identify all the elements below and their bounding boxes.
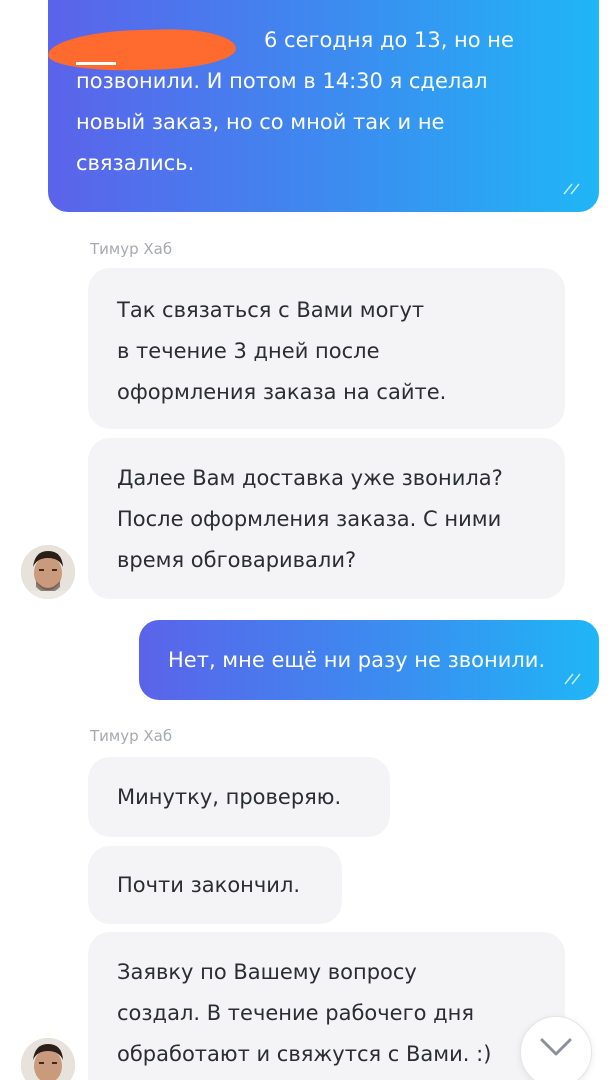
- scroll-down-button[interactable]: [520, 1016, 592, 1080]
- incoming-message-bubble[interactable]: Почти закончил.: [88, 846, 342, 924]
- message-line: время обговаривали?: [117, 548, 357, 572]
- incoming-message-bubble[interactable]: Минутку, проверяю.: [88, 757, 390, 837]
- incoming-message-bubble[interactable]: Так связаться с Вами могут в течение 3 д…: [88, 268, 565, 429]
- double-check-icon: [563, 183, 580, 195]
- sender-name: Тимур Хаб: [90, 727, 173, 745]
- avatar[interactable]: [21, 1038, 75, 1080]
- message-text: Почти закончил.: [117, 873, 301, 897]
- message-line: Далее Вам доставка уже звонила?: [117, 466, 503, 490]
- incoming-message-bubble[interactable]: Далее Вам доставка уже звонила? После оф…: [88, 438, 565, 599]
- message-line: новый заказ, но со мной так и не: [76, 110, 445, 134]
- message-line: связались.: [76, 151, 195, 175]
- sender-name: Тимур Хаб: [90, 240, 173, 258]
- message-line: в течение 3 дней после: [117, 339, 380, 363]
- chat-thread: 6 сегодня до 13, но не позвонили. И пото…: [0, 0, 613, 1080]
- incoming-message-bubble[interactable]: Заявку по Вашему вопросу создал. В течен…: [88, 932, 565, 1080]
- avatar[interactable]: [21, 545, 75, 599]
- message-line: Заявку по Вашему вопросу: [117, 960, 417, 984]
- double-check-icon: [564, 673, 581, 685]
- message-line: Так связаться с Вами могут: [117, 298, 425, 322]
- message-line: обработают и свяжутся с Вами. :): [117, 1042, 492, 1066]
- outgoing-message-bubble[interactable]: Нет, мне ещё ни разу не звонили.: [139, 620, 599, 700]
- message-line: создал. В течение рабочего дня: [117, 1001, 475, 1025]
- message-line: оформления заказа на сайте.: [117, 380, 447, 404]
- chevron-down-icon: [540, 1038, 572, 1056]
- avatar-photo: [21, 545, 75, 599]
- redaction-underline: [76, 62, 116, 65]
- message-text: Нет, мне ещё ни разу не звонили.: [168, 648, 546, 672]
- avatar-photo: [21, 1038, 75, 1080]
- message-line: После оформления заказа. С ними: [117, 507, 502, 531]
- message-text: Минутку, проверяю.: [117, 785, 342, 809]
